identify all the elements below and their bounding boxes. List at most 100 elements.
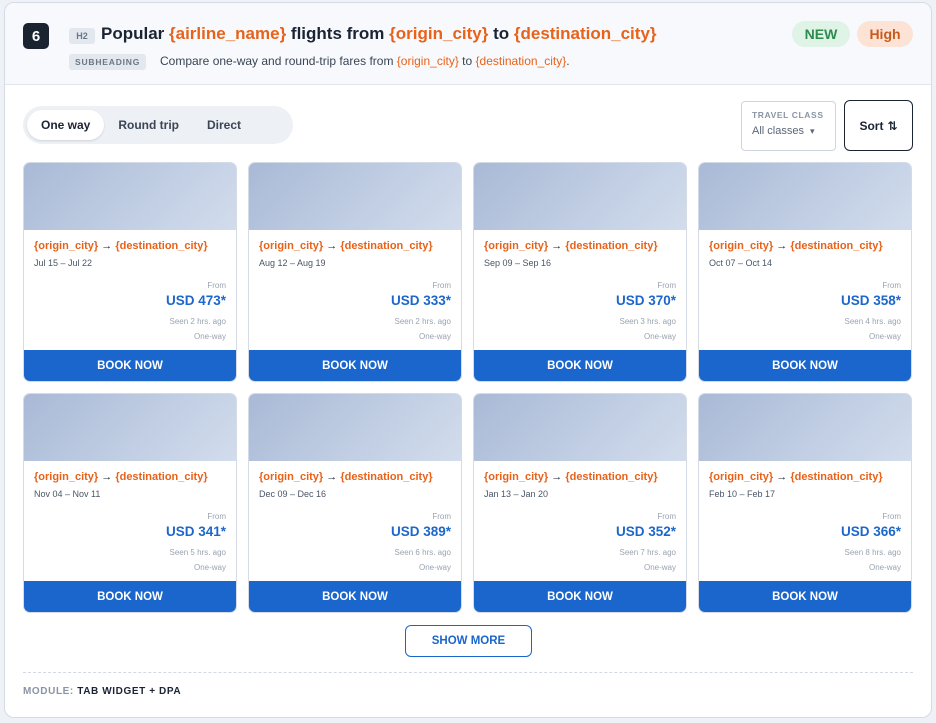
price-from-label: From xyxy=(432,281,451,290)
arrow-right-icon: → xyxy=(776,471,788,483)
route-destination: {destination_city} xyxy=(790,240,883,252)
flight-dates: Jul 15 – Jul 22 xyxy=(34,258,93,268)
flight-dates: Feb 10 – Feb 17 xyxy=(709,489,776,499)
new-badge: NEW xyxy=(792,21,850,47)
price-from-label: From xyxy=(882,512,901,521)
book-now-button[interactable]: BOOK NOW xyxy=(474,581,686,612)
book-now-button[interactable]: BOOK NOW xyxy=(24,350,236,381)
book-now-button[interactable]: BOOK NOW xyxy=(249,350,461,381)
trip-type: One-way xyxy=(193,332,226,341)
priority-badge: High xyxy=(857,21,913,47)
title-text: to xyxy=(488,24,514,43)
chevron-down-icon: ▾ xyxy=(810,126,815,136)
price-from-label: From xyxy=(657,281,676,290)
module-header: 6 H2 Popular {airline_name} flights from… xyxy=(5,3,931,85)
title-text: flights from xyxy=(286,24,390,43)
flight-image xyxy=(249,163,461,230)
route-destination: {destination_city} xyxy=(115,471,208,483)
flight-price: USD 473* xyxy=(165,293,226,308)
trip-type: One-way xyxy=(868,563,901,572)
flight-image xyxy=(24,163,236,230)
title-text: Popular xyxy=(101,24,170,43)
tab-direct[interactable]: Direct xyxy=(193,110,255,140)
flight-card: {origin_city} → {destination_city} Jan 1… xyxy=(473,393,687,613)
tab-one-way[interactable]: One way xyxy=(27,110,105,140)
price-from-label: From xyxy=(207,512,226,521)
subtitle-text: Compare one-way and round-trip fares fro… xyxy=(160,54,397,68)
seen-timestamp: Seen 3 hrs. ago xyxy=(619,317,676,326)
sort-button[interactable]: Sort ⇅ xyxy=(844,100,913,151)
route-destination: {destination_city} xyxy=(340,240,433,252)
flight-image xyxy=(474,394,686,461)
trip-type-tabs: One way Round trip Direct xyxy=(23,106,293,144)
flight-price: USD 366* xyxy=(840,524,901,539)
destination-placeholder: {destination_city} xyxy=(475,54,567,68)
subheading-tag: SUBHEADING xyxy=(69,54,147,70)
flight-card: {origin_city} → {destination_city} Jul 1… xyxy=(23,162,237,382)
route-origin: {origin_city} xyxy=(259,471,324,483)
flight-dates: Jan 13 – Jan 20 xyxy=(484,489,549,499)
flight-image xyxy=(249,394,461,461)
flight-card: {origin_city} → {destination_city} Nov 0… xyxy=(23,393,237,613)
module-label: MODULE: TAB WIDGET + DPA xyxy=(23,686,181,697)
subtitle-text: to xyxy=(458,54,476,68)
book-now-button[interactable]: BOOK NOW xyxy=(249,581,461,612)
flight-dates: Aug 12 – Aug 19 xyxy=(259,258,326,268)
destination-placeholder: {destination_city} xyxy=(513,24,657,43)
route-destination: {destination_city} xyxy=(565,240,658,252)
origin-placeholder: {origin_city} xyxy=(389,24,489,43)
subtitle: Compare one-way and round-trip fares fro… xyxy=(160,54,570,68)
arrow-right-icon: → xyxy=(551,471,563,483)
flight-card: {origin_city} → {destination_city} Dec 0… xyxy=(248,393,462,613)
travel-class-select[interactable]: TRAVEL CLASS All classes ▾ xyxy=(741,101,836,151)
seen-timestamp: Seen 4 hrs. ago xyxy=(844,317,901,326)
route-origin: {origin_city} xyxy=(484,240,549,252)
route-destination: {destination_city} xyxy=(565,471,658,483)
travel-class-selected: All classes xyxy=(752,125,804,137)
arrow-right-icon: → xyxy=(101,240,113,252)
seen-timestamp: Seen 2 hrs. ago xyxy=(394,317,451,326)
flight-image xyxy=(699,394,911,461)
show-more-button[interactable]: SHOW MORE xyxy=(405,625,532,657)
module-label-value: TAB WIDGET + DPA xyxy=(77,686,182,697)
route-destination: {destination_city} xyxy=(790,471,883,483)
flight-card: {origin_city} → {destination_city} Oct 0… xyxy=(698,162,912,382)
route-origin: {origin_city} xyxy=(259,240,324,252)
arrow-right-icon: → xyxy=(101,471,113,483)
flight-card: {origin_city} → {destination_city} Aug 1… xyxy=(248,162,462,382)
flight-route: {origin_city} → {destination_city} xyxy=(709,240,883,252)
flight-image xyxy=(474,163,686,230)
price-from-label: From xyxy=(882,281,901,290)
flight-price: USD 333* xyxy=(390,293,451,308)
book-now-button[interactable]: BOOK NOW xyxy=(699,581,911,612)
book-now-button[interactable]: BOOK NOW xyxy=(699,350,911,381)
seen-timestamp: Seen 5 hrs. ago xyxy=(169,548,226,557)
flight-grid: {origin_city} → {destination_city} Jul 1… xyxy=(23,162,913,613)
price-from-label: From xyxy=(207,281,226,290)
trip-type: One-way xyxy=(418,332,451,341)
sort-label: Sort xyxy=(859,118,884,133)
book-now-button[interactable]: BOOK NOW xyxy=(24,581,236,612)
trip-type: One-way xyxy=(643,563,676,572)
flight-dates: Sep 09 – Sep 16 xyxy=(484,258,552,268)
trip-type: One-way xyxy=(418,563,451,572)
book-now-button[interactable]: BOOK NOW xyxy=(474,350,686,381)
flight-price: USD 352* xyxy=(615,524,676,539)
route-origin: {origin_city} xyxy=(709,471,774,483)
travel-class-value: All classes ▾ xyxy=(752,125,825,137)
tab-round-trip[interactable]: Round trip xyxy=(104,110,193,140)
flight-image xyxy=(24,394,236,461)
route-origin: {origin_city} xyxy=(34,471,99,483)
flight-route: {origin_city} → {destination_city} xyxy=(259,240,433,252)
subtitle-text: . xyxy=(566,54,570,68)
module-number-badge: 6 xyxy=(23,23,49,49)
divider xyxy=(23,672,913,673)
flight-route: {origin_city} → {destination_city} xyxy=(34,471,208,483)
flight-card: {origin_city} → {destination_city} Feb 1… xyxy=(698,393,912,613)
route-origin: {origin_city} xyxy=(484,471,549,483)
seen-timestamp: Seen 7 hrs. ago xyxy=(619,548,676,557)
route-destination: {destination_city} xyxy=(115,240,208,252)
seen-timestamp: Seen 2 hrs. ago xyxy=(169,317,226,326)
flight-dates: Dec 09 – Dec 16 xyxy=(259,489,327,499)
heading-level-tag: H2 xyxy=(69,28,95,44)
